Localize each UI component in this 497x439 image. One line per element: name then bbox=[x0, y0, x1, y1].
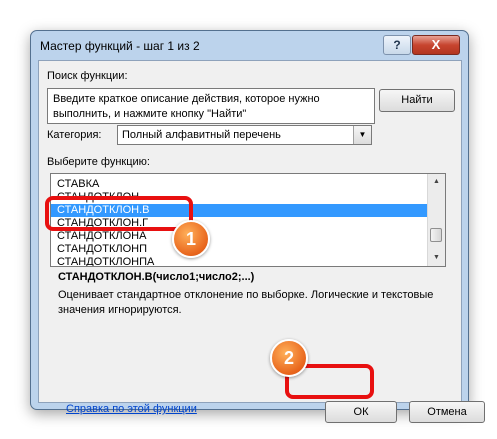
step-2-badge: 2 bbox=[270, 339, 308, 377]
ok-button[interactable]: ОК bbox=[325, 401, 397, 423]
category-dropdown[interactable]: Полный алфавитный перечень ▼ bbox=[117, 125, 372, 145]
category-label: Категория: bbox=[47, 129, 102, 141]
list-item[interactable]: СТАНДОТКЛОНПА bbox=[51, 256, 429, 266]
highlight-selected-item bbox=[45, 196, 193, 231]
help-button[interactable]: ? bbox=[383, 35, 411, 55]
dialog-title: Мастер функций - шаг 1 из 2 bbox=[40, 39, 200, 53]
list-item[interactable]: СТАНДОТКЛОНА bbox=[51, 230, 429, 243]
search-label: Поиск функции: bbox=[47, 70, 128, 82]
list-item[interactable]: СТАВКА bbox=[51, 178, 429, 191]
scroll-down-arrow-icon[interactable]: ▼ bbox=[428, 250, 445, 266]
function-description: Оценивает стандартное отклонение по выбо… bbox=[58, 289, 434, 316]
list-item[interactable]: СТАНДОТКЛОНП bbox=[51, 243, 429, 256]
search-input[interactable]: Введите краткое описание действия, котор… bbox=[47, 88, 375, 124]
help-link[interactable]: Справка по этой функции bbox=[66, 403, 197, 415]
cancel-button[interactable]: Отмена bbox=[409, 401, 485, 423]
scrollbar-thumb[interactable] bbox=[430, 228, 442, 242]
chevron-down-icon[interactable]: ▼ bbox=[353, 126, 371, 144]
category-selected-value: Полный алфавитный перечень bbox=[122, 129, 281, 141]
list-scrollbar[interactable]: ▲ ▼ bbox=[427, 174, 445, 266]
close-button[interactable]: X bbox=[412, 35, 460, 55]
title-bar[interactable]: Мастер функций - шаг 1 из 2 ? X bbox=[31, 31, 468, 59]
scroll-up-arrow-icon[interactable]: ▲ bbox=[428, 174, 445, 190]
step-1-badge: 1 bbox=[172, 220, 210, 258]
find-button[interactable]: Найти bbox=[379, 89, 455, 112]
function-syntax: СТАНДОТКЛОН.В(число1;число2;...) bbox=[58, 271, 255, 283]
function-list-label: Выберите функцию: bbox=[47, 156, 150, 168]
